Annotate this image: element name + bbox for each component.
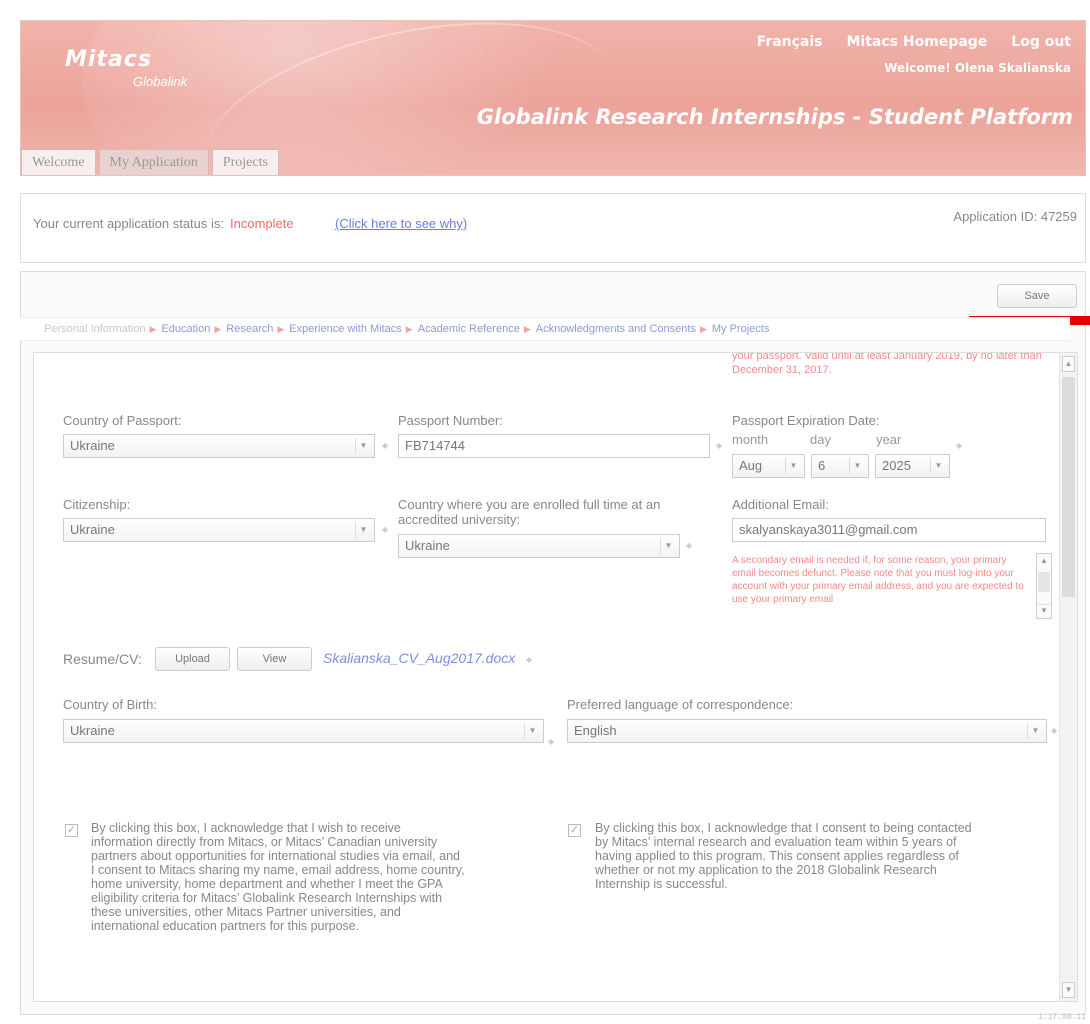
chevron-down-icon: ▼ [355, 522, 371, 538]
required-marker-icon: ◆ [548, 737, 555, 746]
enrolled-country-label: Country where you are enrolled full time… [398, 497, 661, 527]
form-scroll-area: your passport. Valid until at least Janu… [33, 352, 1078, 1002]
resume-file-link[interactable]: Skalianska_CV_Aug2017.docx [323, 650, 515, 666]
tab-welcome[interactable]: Welcome [21, 149, 96, 175]
step-acknowledgments-consents[interactable]: Acknowledgments and Consents [536, 323, 696, 335]
chevron-down-icon: ▼ [1027, 723, 1043, 739]
preferred-language-label: Preferred language of correspondence: [567, 697, 794, 712]
preferred-language-select[interactable]: English ▼ [567, 719, 1047, 743]
month-label: month [732, 432, 769, 447]
arrow-icon: ▶ [214, 323, 222, 334]
enrolled-country-select[interactable]: Ukraine ▼ [398, 534, 680, 558]
globalink-logo-text: Globalink [133, 74, 188, 89]
step-breadcrumb: Personal Information ▶ Education ▶ Researc… [20, 317, 1070, 341]
arrow-icon: ▶ [149, 323, 157, 334]
expiration-month-value: Aug [739, 458, 763, 473]
chevron-down-icon: ▼ [785, 458, 801, 474]
country-of-birth-select[interactable]: Ukraine ▼ [63, 719, 544, 743]
chevron-down-icon: ▼ [930, 458, 946, 474]
country-of-passport-select[interactable]: Ukraine ▼ [63, 434, 375, 458]
tab-projects[interactable]: Projects [211, 149, 279, 175]
preferred-language-value: English [574, 723, 617, 738]
welcome-user: Welcome! Olena Skalianska [884, 61, 1071, 75]
note-scrollbar[interactable]: ▲ ▼ [1036, 553, 1052, 619]
required-marker-icon: ◆ [716, 441, 723, 450]
step-my-projects[interactable]: My Projects [712, 323, 769, 335]
view-button[interactable]: View [237, 647, 312, 671]
consent-left-checkbox[interactable]: ✓ [65, 824, 78, 837]
required-marker-icon: ◆ [526, 655, 533, 664]
top-links: Français Mitacs Homepage Log out [757, 34, 1071, 50]
status-text: Your current application status is: Incom… [33, 216, 294, 231]
form-scroll-thumb[interactable] [1062, 377, 1075, 597]
form-scrollbar[interactable]: ▲ ▼ [1059, 353, 1077, 1001]
save-button[interactable]: Save [997, 284, 1077, 308]
step-personal-information[interactable]: Personal Information [44, 323, 146, 335]
required-marker-icon: ◆ [686, 541, 693, 550]
francais-link[interactable]: Français [757, 34, 823, 50]
main-tabs: Welcome My Application Projects [21, 149, 282, 175]
secondary-email-note: A secondary email is needed if, for some… [732, 555, 1024, 605]
expiration-day-value: 6 [818, 458, 826, 473]
passport-note: your passport. Valid until at least Janu… [732, 352, 1042, 376]
mitacs-homepage-link[interactable]: Mitacs Homepage [847, 34, 988, 50]
day-label: day [810, 432, 831, 447]
step-education[interactable]: Education [161, 323, 210, 335]
header-banner: Mitacs Globalink Français Mitacs Homepag… [20, 20, 1086, 176]
version-label: 1.17.08.11 [1037, 1013, 1086, 1022]
tab-my-application[interactable]: My Application [98, 149, 209, 175]
citizenship-value: Ukraine [70, 522, 115, 537]
consent-right-checkbox[interactable]: ✓ [568, 824, 581, 837]
enrolled-country-value: Ukraine [405, 538, 450, 553]
arrow-icon: ▶ [277, 323, 285, 334]
chevron-down-icon: ▼ [524, 723, 540, 739]
step-experience-with-mitacs[interactable]: Experience with Mitacs [289, 323, 402, 335]
chevron-down-icon: ▼ [660, 538, 676, 554]
citizenship-label: Citizenship: [63, 497, 131, 512]
mitacs-logo[interactable]: Mitacs [65, 47, 152, 72]
country-of-passport-value: Ukraine [70, 438, 115, 453]
required-marker-icon: ◆ [382, 525, 389, 534]
expiration-year-value: 2025 [882, 458, 911, 473]
required-marker-icon: ◆ [956, 441, 963, 450]
citizenship-select[interactable]: Ukraine ▼ [63, 518, 375, 542]
arrow-icon: ▶ [523, 323, 531, 334]
country-of-birth-label: Country of Birth: [63, 697, 157, 712]
country-of-birth-value: Ukraine [70, 723, 115, 738]
country-of-passport-label: Country of Passport: [63, 413, 182, 428]
step-academic-reference[interactable]: Academic Reference [418, 323, 520, 335]
upload-button[interactable]: Upload [155, 647, 230, 671]
logout-link[interactable]: Log out [1011, 34, 1071, 50]
status-why-link[interactable]: (Click here to see why) [335, 216, 467, 231]
arrow-icon: ▶ [699, 323, 707, 334]
consent-left-text: By clicking this box, I acknowledge that… [91, 821, 465, 933]
year-label: year [876, 432, 902, 447]
application-id: Application ID: 47259 [953, 209, 1077, 224]
scroll-up-icon[interactable]: ▲ [1038, 555, 1050, 568]
expiration-day-select[interactable]: 6 ▼ [811, 454, 869, 478]
required-marker-icon: ◆ [382, 441, 389, 450]
expiration-year-select[interactable]: 2025 ▼ [875, 454, 950, 478]
resume-label: Resume/CV: [63, 651, 142, 667]
chevron-down-icon: ▼ [849, 458, 865, 474]
passport-expiration-label: Passport Expiration Date: [732, 413, 880, 428]
note-scroll-thumb[interactable] [1038, 572, 1050, 592]
step-research[interactable]: Research [226, 323, 273, 335]
platform-title: Globalink Research Internships - Student… [476, 105, 1073, 129]
status-prefix: Your current application status is: [33, 216, 225, 231]
expiration-month-select[interactable]: Aug ▼ [732, 454, 805, 478]
additional-email-label: Additional Email: [732, 497, 829, 512]
scroll-down-icon[interactable]: ▼ [1038, 604, 1050, 617]
scroll-up-icon[interactable]: ▲ [1062, 356, 1075, 372]
passport-number-label: Passport Number: [398, 413, 503, 428]
required-marker-icon: ◆ [1051, 726, 1058, 735]
consent-right-text: By clicking this box, I acknowledge that… [595, 821, 972, 891]
status-box: Your current application status is: Incom… [20, 193, 1086, 263]
status-value: Incomplete [230, 216, 294, 231]
chevron-down-icon: ▼ [355, 438, 371, 454]
scroll-down-icon[interactable]: ▼ [1062, 982, 1075, 998]
arrow-icon: ▶ [405, 323, 413, 334]
additional-email-input[interactable]: skalyanskaya3011@gmail.com [732, 518, 1046, 542]
passport-number-input[interactable]: FB714744 [398, 434, 710, 458]
